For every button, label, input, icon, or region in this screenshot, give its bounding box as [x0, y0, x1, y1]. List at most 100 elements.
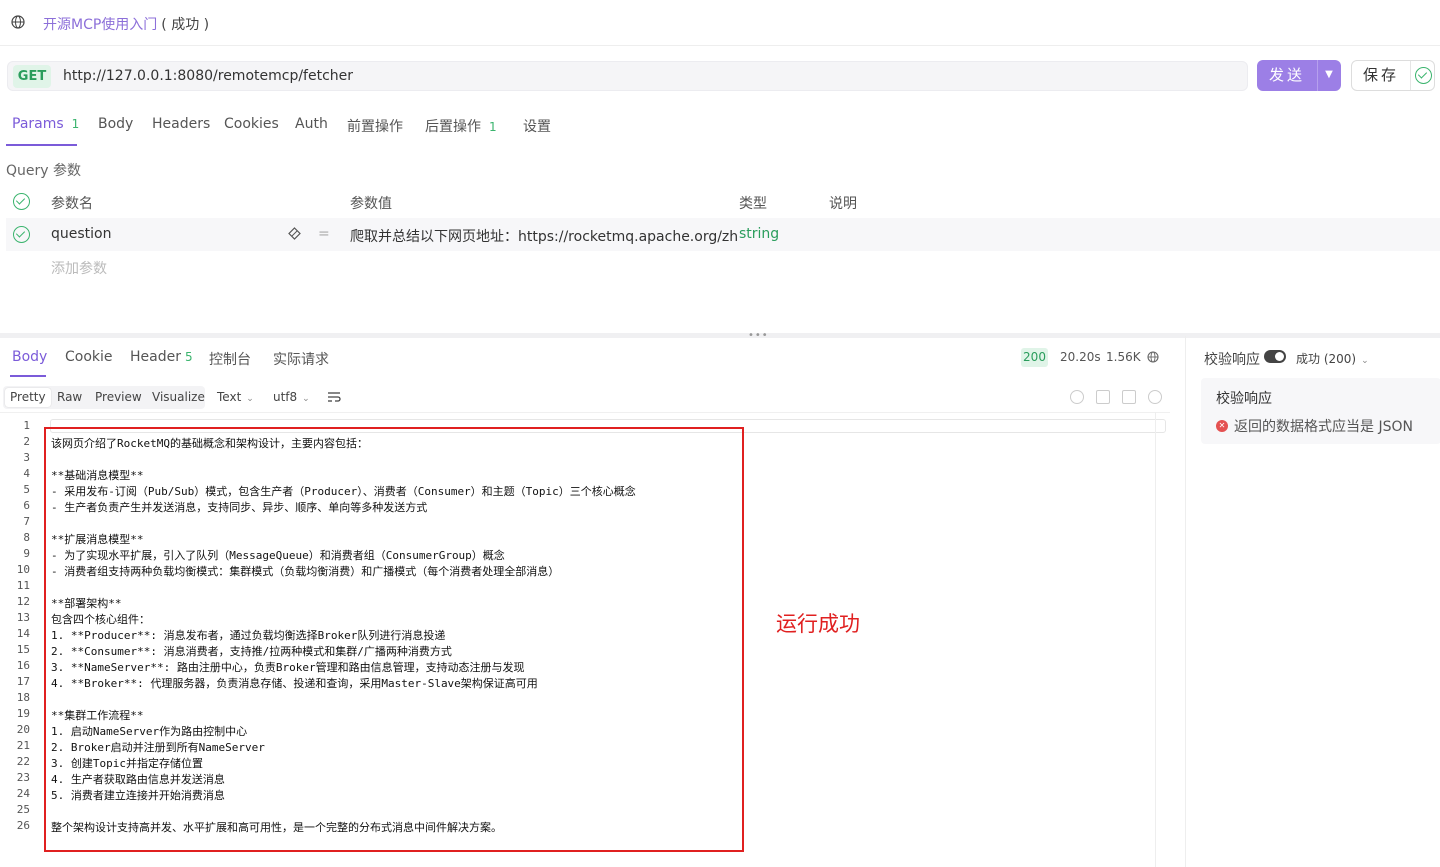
download-icon[interactable]: [1096, 390, 1110, 404]
code-line: - 消费者组支持两种负载均衡模式：集群模式（负载均衡消费）和广播模式（每个消费者…: [51, 565, 560, 578]
line-number: 6: [23, 499, 30, 512]
code-line: 该网页介绍了RocketMQ的基础概念和架构设计，主要内容包括：: [51, 437, 368, 450]
tab-headers[interactable]: Headers: [152, 116, 210, 132]
param-name[interactable]: question: [51, 226, 111, 242]
param-type[interactable]: string: [739, 226, 779, 242]
validation-toggle[interactable]: [1264, 350, 1286, 363]
tab-label: Body: [98, 116, 134, 132]
encoding-select[interactable]: utf8 ⌄: [273, 390, 310, 404]
code-line: 1. **Producer**: 消息发布者，通过负载均衡选择Broker队列进…: [51, 629, 446, 642]
line-number: 10: [16, 563, 30, 576]
chevron-down-icon: ⌄: [246, 394, 254, 404]
view-preview[interactable]: Preview: [95, 390, 142, 404]
view-raw[interactable]: Raw: [57, 390, 82, 404]
globe-icon[interactable]: [1147, 351, 1159, 363]
code-line: 3. 创建Topic并指定存储位置: [51, 757, 203, 770]
validation-status-select[interactable]: 成功 (200) ⌄: [1296, 350, 1369, 367]
tab-post-ops[interactable]: 后置操作 1: [425, 116, 497, 136]
tab-params[interactable]: Params 1: [12, 116, 79, 132]
line-number: 7: [23, 515, 30, 528]
code-line: **部署架构**: [51, 597, 122, 610]
line-number: 26: [16, 819, 30, 832]
tab-resp-header[interactable]: Header 5: [130, 349, 193, 365]
chevron-down-icon[interactable]: ▼: [1319, 65, 1339, 85]
tab-label: Body: [12, 349, 48, 365]
code-line: 包含四个核心组件：: [51, 613, 150, 626]
chevron-down-icon: ⌄: [302, 394, 310, 404]
code-line: **扩展消息模型**: [51, 533, 144, 546]
view-pretty[interactable]: Pretty: [5, 388, 51, 407]
code-line: 5. 消费者建立连接并开始消费消息: [51, 789, 225, 802]
tab-body[interactable]: Body: [98, 116, 133, 132]
save-label[interactable]: 保存: [1352, 61, 1410, 90]
tab-cookies[interactable]: Cookies: [224, 116, 279, 132]
globe-icon: [11, 15, 25, 29]
tab-count: 1: [71, 117, 80, 131]
row-checkbox[interactable]: [13, 226, 30, 243]
tab-count: 1: [489, 120, 497, 134]
code-line: 2. Broker启动并注册到所有NameServer: [51, 741, 265, 754]
wrap-lines-icon[interactable]: [327, 391, 341, 403]
code-line: - 采用发布-订阅（Pub/Sub）模式，包含生产者（Producer）、消费者…: [51, 485, 636, 498]
tab-resp-body[interactable]: Body: [12, 349, 47, 365]
search-icon[interactable]: [1148, 390, 1162, 404]
tab-label: Params: [12, 116, 64, 132]
editor-scrollbar[interactable]: [50, 419, 1166, 433]
line-number: 16: [16, 659, 30, 672]
send-label[interactable]: 发送: [1257, 60, 1317, 91]
url-input[interactable]: http://127.0.0.1:8080/remotemcp/fetcher: [63, 68, 353, 84]
upload-icon[interactable]: [1070, 390, 1084, 404]
response-tabs: Body Cookie Header 5 控制台 实际请求: [0, 340, 1170, 378]
error-icon: ✕: [1216, 420, 1228, 432]
line-number: 8: [23, 531, 30, 544]
tab-label: Auth: [295, 116, 328, 132]
format-label: Text: [217, 390, 242, 404]
request-tabs: Params 1 Body Headers Cookies Auth 前置操作 后…: [0, 104, 1440, 146]
chevron-down-icon: ⌄: [1361, 356, 1369, 366]
col-name: 参数名: [51, 196, 93, 212]
tab-console[interactable]: 控制台: [209, 349, 251, 369]
tab-settings[interactable]: 设置: [523, 116, 551, 136]
tab-label: Cookie: [65, 349, 113, 365]
format-select[interactable]: Text ⌄: [217, 390, 254, 404]
add-param-input[interactable]: 添加参数: [51, 258, 107, 278]
code-line: **基础消息模型**: [51, 469, 144, 482]
tab-label: 前置操作: [347, 119, 403, 135]
line-number: 15: [16, 643, 30, 656]
line-number: 3: [23, 451, 30, 464]
view-mode-switch: Pretty Raw Preview Visualize: [3, 386, 205, 409]
line-number: 12: [16, 595, 30, 608]
magic-wand-icon[interactable]: [288, 227, 301, 240]
validation-label: 校验响应: [1204, 352, 1260, 368]
validation-status: 成功 (200): [1296, 352, 1357, 366]
url-bar[interactable]: GET http://127.0.0.1:8080/remotemcp/fetc…: [7, 61, 1248, 91]
view-visualize[interactable]: Visualize: [152, 390, 205, 404]
line-number: 2: [23, 435, 30, 448]
check-circle-icon[interactable]: [1415, 67, 1432, 84]
page-title: 开源MCP使用入门( 成功 ): [43, 14, 209, 34]
method-select[interactable]: GET: [13, 65, 51, 88]
select-all-checkbox[interactable]: [13, 193, 30, 210]
line-number: 17: [16, 675, 30, 688]
active-tab-indicator: [10, 375, 46, 377]
send-button[interactable]: 发送 ▼: [1257, 60, 1341, 91]
table-row[interactable]: question = 爬取并总结以下网页地址：https://rocketmq.…: [6, 218, 1440, 251]
params-table-header: 参数名 参数值 类型 说明: [6, 186, 1440, 218]
response-editor[interactable]: 1 2 3 4 5 6 7 8 9 10 11 12 13 14 15 16 17 18 19 20 21 22 23 24 2…: [0, 412, 1170, 867]
save-button[interactable]: 保存: [1351, 60, 1435, 91]
validation-message: 返回的数据格式应当是 JSON: [1234, 419, 1413, 435]
tab-resp-cookie[interactable]: Cookie: [65, 349, 113, 365]
tab-auth[interactable]: Auth: [295, 116, 328, 132]
copy-icon[interactable]: [1122, 390, 1136, 404]
line-number: 19: [16, 707, 30, 720]
line-number: 20: [16, 723, 30, 736]
param-value[interactable]: 爬取并总结以下网页地址：https://rocketmq.apache.org/…: [350, 226, 738, 246]
tab-actual-request[interactable]: 实际请求: [273, 349, 329, 369]
code-line: 4. 生产者获取路由信息并发送消息: [51, 773, 225, 786]
tab-label: 控制台: [209, 352, 251, 368]
line-number: 18: [16, 691, 30, 704]
send-divider: [1317, 60, 1318, 91]
code-line: **集群工作流程**: [51, 709, 144, 722]
tab-label: 后置操作: [425, 119, 481, 135]
tab-pre-ops[interactable]: 前置操作: [347, 116, 403, 136]
